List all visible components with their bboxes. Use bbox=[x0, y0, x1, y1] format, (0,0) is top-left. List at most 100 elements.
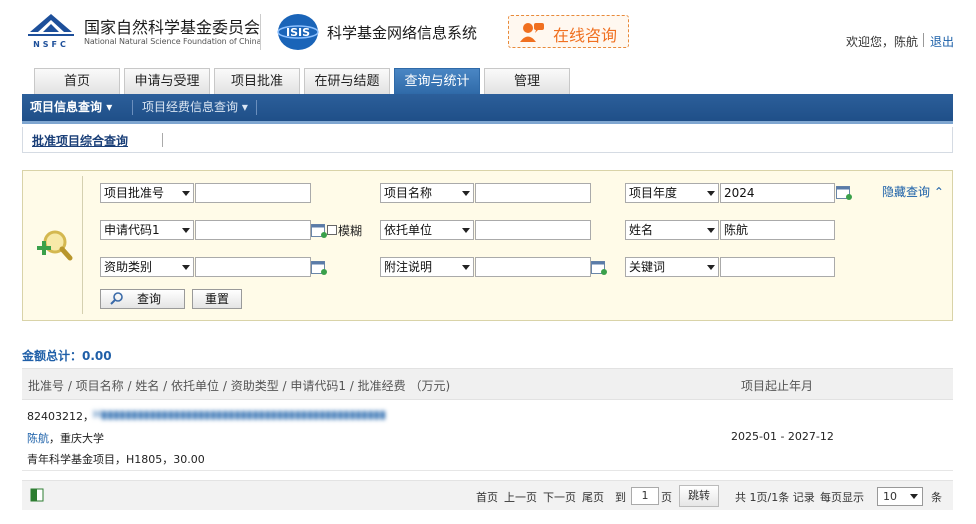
pager-next[interactable]: 下一页 bbox=[543, 489, 576, 505]
result-project-title-redacted[interactable]: H▮▮▮▮▮▮▮▮▮▮▮▮▮▮▮▮▮▮▮▮▮▮▮▮▮▮▮▮▮▮▮▮▮▮▮▮▮▮▮… bbox=[93, 408, 393, 421]
picker-icon[interactable] bbox=[311, 260, 327, 275]
pager-first[interactable]: 首页 bbox=[476, 489, 498, 505]
field-selector-label: 姓名 bbox=[629, 223, 654, 237]
breadcrumb-separator bbox=[162, 133, 163, 147]
breadcrumb-approved-query[interactable]: 批准项目综合查询 bbox=[32, 132, 128, 149]
calendar-icon[interactable] bbox=[836, 185, 852, 200]
jump-button[interactable]: 跳转 bbox=[679, 485, 719, 507]
field-selector-label: 申请代码1 bbox=[104, 223, 160, 237]
subnav-funding-info-label: 项目经费信息查询 bbox=[142, 100, 239, 114]
query-button-label: 查询 bbox=[137, 292, 162, 306]
query-button[interactable]: 查询 bbox=[100, 289, 185, 309]
pager: 首页 上一页 下一页 尾页 到 1 页 跳转 共 1页/1条 记录 每页显示 1… bbox=[22, 480, 953, 510]
nsfc-logo: NSFC bbox=[24, 12, 78, 50]
result-funding-line: 青年科学基金项目，H1805，30.00 bbox=[27, 453, 205, 466]
pager-prev[interactable]: 上一页 bbox=[504, 489, 537, 505]
chevron-down-icon bbox=[910, 494, 918, 499]
subnav-funding-info[interactable]: 项目经费信息查询 ▾ bbox=[142, 94, 248, 121]
column-header-period: 项目起止年月 bbox=[741, 379, 814, 393]
tab-home[interactable]: 首页 bbox=[34, 68, 120, 94]
page-number-input[interactable]: 1 bbox=[631, 487, 659, 505]
chevron-down-icon bbox=[182, 265, 190, 270]
field-selector-funding-type[interactable]: 资助类别 bbox=[100, 257, 194, 277]
amount-total-label: 金额总计： bbox=[22, 349, 83, 363]
row-divider bbox=[22, 470, 953, 471]
result-period: 2025-01 - 2027-12 bbox=[731, 430, 834, 443]
field-selector-label: 关键词 bbox=[629, 260, 666, 274]
field-selector-keyword[interactable]: 关键词 bbox=[625, 257, 719, 277]
result-approval-number: 82403212， bbox=[27, 410, 94, 423]
search-input-funding-type[interactable] bbox=[195, 257, 311, 277]
pager-last[interactable]: 尾页 bbox=[582, 489, 604, 505]
amount-total: 金额总计：0.00 bbox=[22, 347, 112, 364]
online-consult-button[interactable]: 在线咨询 bbox=[508, 15, 629, 48]
logout-link[interactable]: 退出 bbox=[930, 33, 954, 50]
pager-goto-label: 到 bbox=[615, 491, 626, 504]
chevron-down-icon bbox=[707, 265, 715, 270]
chevron-down-icon bbox=[182, 191, 190, 196]
per-page-unit: 条 bbox=[931, 491, 942, 504]
field-selector-institution[interactable]: 依托单位 bbox=[380, 220, 474, 240]
search-input-keyword[interactable] bbox=[720, 257, 835, 277]
field-selector-label: 项目年度 bbox=[629, 186, 678, 200]
field-selector-label: 附注说明 bbox=[384, 260, 433, 274]
field-selector-project-year[interactable]: 项目年度 bbox=[625, 183, 719, 203]
chevron-down-icon bbox=[707, 228, 715, 233]
search-panel-divider bbox=[82, 176, 83, 314]
field-selector-approval-no[interactable]: 项目批准号 bbox=[100, 183, 194, 203]
tab-apply[interactable]: 申请与受理 bbox=[124, 68, 210, 94]
chat-person-icon bbox=[519, 21, 545, 43]
result-person-link[interactable]: 陈航 bbox=[27, 432, 49, 445]
tab-manage[interactable]: 管理 bbox=[484, 68, 570, 94]
sub-navigation: 项目信息查询 ▾ 项目经费信息查询 ▾ bbox=[22, 94, 953, 124]
subnav-project-info-label: 项目信息查询 bbox=[30, 100, 103, 114]
search-input-institution[interactable] bbox=[475, 220, 591, 240]
tab-approval[interactable]: 项目批准 bbox=[214, 68, 300, 94]
org-name-en: National Natural Science Foundation of C… bbox=[84, 37, 262, 46]
amount-total-value: 0.00 bbox=[82, 349, 112, 363]
excel-export-icon[interactable] bbox=[30, 488, 44, 505]
search-input-project-year[interactable]: 2024 bbox=[720, 183, 835, 203]
pager-page-unit: 页 bbox=[661, 491, 672, 504]
subnav-project-info[interactable]: 项目信息查询 ▾ bbox=[30, 94, 112, 121]
field-selector-remarks[interactable]: 附注说明 bbox=[380, 257, 474, 277]
field-selector-label: 资助类别 bbox=[104, 260, 153, 274]
results-table-header: 批准号 / 项目名称 / 姓名 / 依托单位 / 资助类型 / 申请代码1 / … bbox=[22, 368, 953, 400]
field-selector-project-name[interactable]: 项目名称 bbox=[380, 183, 474, 203]
tab-query-stats[interactable]: 查询与统计 bbox=[394, 68, 480, 94]
subnav-separator bbox=[132, 100, 133, 115]
chevron-down-icon bbox=[707, 191, 715, 196]
magnifier-icon bbox=[35, 228, 75, 262]
welcome-separator bbox=[923, 33, 924, 47]
search-input-name[interactable]: 陈航 bbox=[720, 220, 835, 240]
picker-icon[interactable] bbox=[591, 260, 607, 275]
search-input-approval-no[interactable] bbox=[195, 183, 311, 203]
field-selector-label: 项目名称 bbox=[384, 186, 433, 200]
pager-summary: 共 1页/1条 记录 bbox=[735, 491, 815, 504]
welcome-text: 欢迎您，陈航 bbox=[846, 35, 919, 49]
field-selector-apply-code[interactable]: 申请代码1 bbox=[100, 220, 194, 240]
search-icon bbox=[110, 291, 124, 310]
per-page-select[interactable]: 10 bbox=[877, 487, 923, 506]
nsfc-logo-text: NSFC bbox=[33, 40, 69, 49]
search-input-apply-code[interactable] bbox=[195, 220, 311, 240]
tab-ongoing[interactable]: 在研与结题 bbox=[304, 68, 390, 94]
isis-logo: ISIS bbox=[276, 12, 320, 52]
system-name: 科学基金网络信息系统 bbox=[327, 24, 478, 42]
header-divider bbox=[260, 14, 261, 50]
search-input-remarks[interactable] bbox=[475, 257, 591, 277]
result-person-line: 陈航，重庆大学 bbox=[27, 430, 104, 446]
chevron-down-icon bbox=[462, 265, 470, 270]
chevron-down-icon bbox=[462, 191, 470, 196]
isis-logo-text: ISIS bbox=[286, 26, 310, 39]
chevron-down-icon bbox=[462, 228, 470, 233]
reset-button[interactable]: 重置 bbox=[192, 289, 242, 309]
field-selector-name[interactable]: 姓名 bbox=[625, 220, 719, 240]
search-input-project-name[interactable] bbox=[475, 183, 591, 203]
field-selector-label: 项目批准号 bbox=[104, 186, 165, 200]
hide-query-link[interactable]: 隐藏查询 ⌃ bbox=[882, 183, 944, 200]
hide-query-label: 隐藏查询 bbox=[882, 185, 931, 199]
fuzzy-label: 模糊 bbox=[338, 224, 363, 238]
picker-icon[interactable] bbox=[311, 223, 327, 238]
fuzzy-checkbox[interactable] bbox=[327, 225, 337, 235]
